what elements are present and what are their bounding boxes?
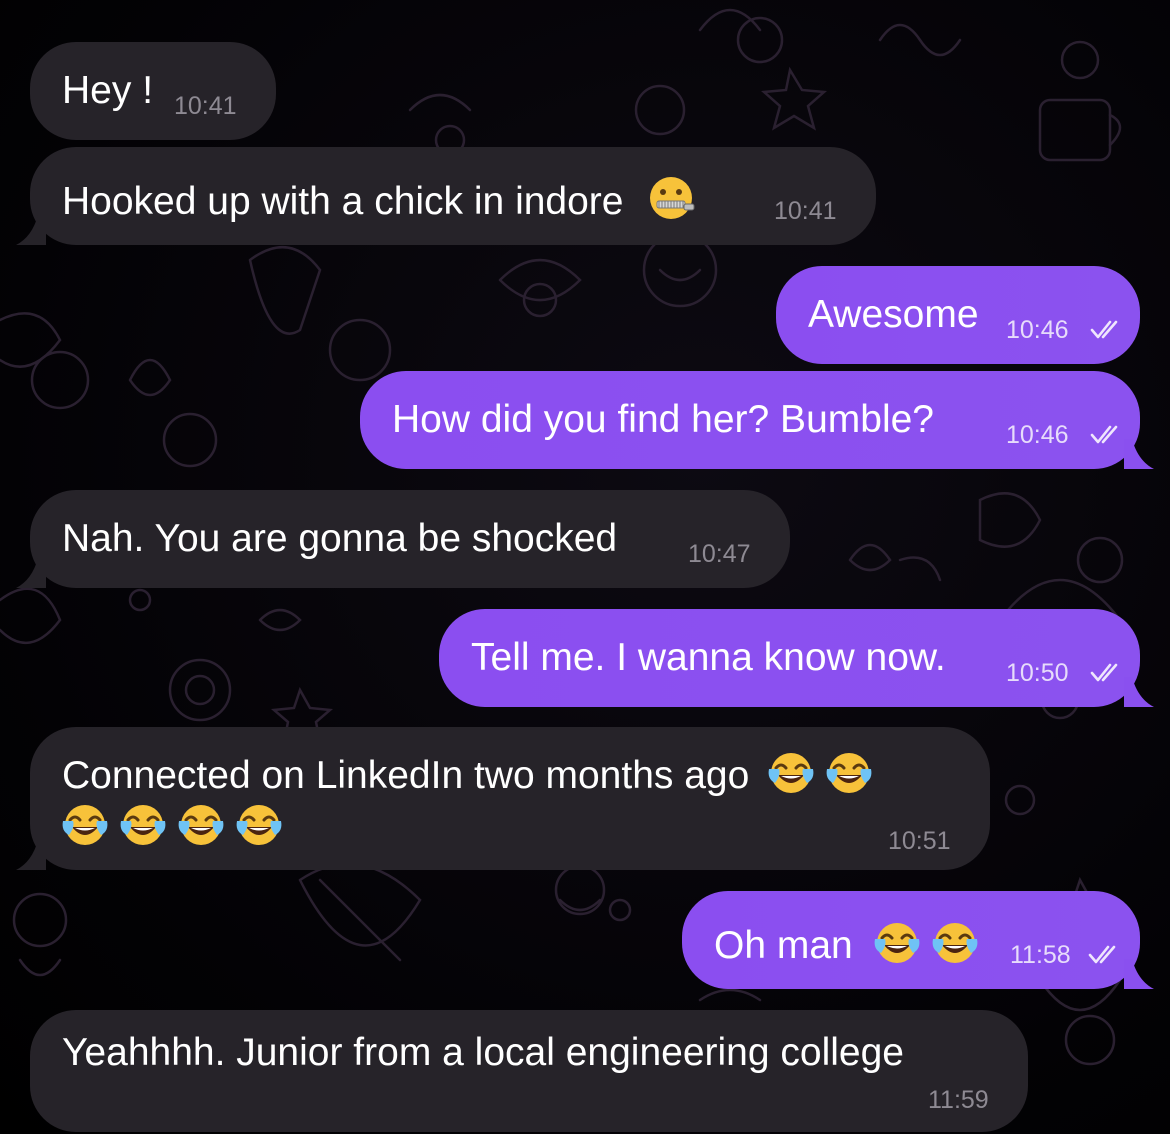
read-receipt-icon: [1088, 945, 1116, 964]
message-time: 10:50: [1006, 659, 1069, 687]
bubble-tail: [16, 840, 46, 870]
message-time: 10:46: [1006, 316, 1069, 344]
message-time: 11:59: [928, 1086, 989, 1114]
face-with-tears-of-joy-emoji: [872, 921, 921, 965]
message-time: 10:41: [774, 197, 837, 225]
message-bubble-incoming[interactable]: Connected on LinkedIn two months ago 10:…: [16, 727, 990, 870]
face-with-tears-of-joy-emoji: [767, 751, 816, 795]
message-text: Hooked up with a chick in indore: [62, 173, 696, 225]
zipper-mouth-face-emoji: [649, 176, 695, 220]
message-time: 10:46: [1006, 421, 1069, 449]
face-with-tears-of-joy-emoji: [930, 921, 979, 965]
message-bubble-outgoing[interactable]: Oh man 11:58: [682, 891, 1154, 989]
message-bubble-incoming[interactable]: Hooked up with a chick in indore 10:41: [16, 147, 876, 245]
bubble-tail: [16, 215, 46, 245]
message-bubble-outgoing[interactable]: Tell me. I wanna know now. 10:50: [439, 609, 1154, 707]
bubble-tail: [1124, 959, 1154, 989]
face-with-tears-of-joy-emoji: [119, 803, 167, 847]
bubble-tail: [16, 558, 46, 588]
message-time: 10:47: [688, 540, 751, 568]
message-time: 10:41: [174, 92, 237, 120]
message-text: Awesome: [808, 293, 979, 336]
message-bubble-incoming[interactable]: Yeahhhh. Junior from a local engineering…: [30, 1010, 1028, 1132]
message-bubble-incoming[interactable]: Nah. You are gonna be shocked 10:47: [16, 490, 790, 588]
message-text: Tell me. I wanna know now.: [471, 636, 946, 679]
message-text: Yeahhhh. Junior from a local engineering…: [62, 1031, 904, 1074]
message-emoji-line: [60, 799, 284, 851]
face-with-tears-of-joy-emoji: [61, 803, 109, 847]
face-with-tears-of-joy-emoji: [235, 803, 283, 847]
message-text: Hey !: [62, 69, 154, 112]
message-bubble-incoming[interactable]: Hey ! 10:41: [30, 42, 276, 140]
face-with-tears-of-joy-emoji: [825, 751, 874, 795]
message-text: Oh man: [714, 917, 980, 969]
message-bubble-outgoing[interactable]: How did you find her? Bumble? 10:46: [360, 371, 1154, 469]
message-time: 10:51: [888, 827, 951, 855]
bubble-tail: [1124, 677, 1154, 707]
face-with-tears-of-joy-emoji: [177, 803, 225, 847]
chat-screen: Hey ! 10:41 Hooked up with a chick in in…: [0, 0, 1170, 1134]
message-text: How did you find her? Bumble?: [392, 398, 934, 441]
bubble-tail: [1124, 439, 1154, 469]
read-receipt-icon: [1090, 320, 1118, 339]
message-bubble-outgoing[interactable]: Awesome 10:46: [776, 266, 1140, 364]
message-time: 11:58: [1010, 941, 1071, 969]
message-text: Nah. You are gonna be shocked: [62, 517, 618, 560]
message-text: Connected on LinkedIn two months ago: [62, 747, 874, 799]
read-receipt-icon: [1090, 425, 1118, 444]
read-receipt-icon: [1090, 663, 1118, 682]
